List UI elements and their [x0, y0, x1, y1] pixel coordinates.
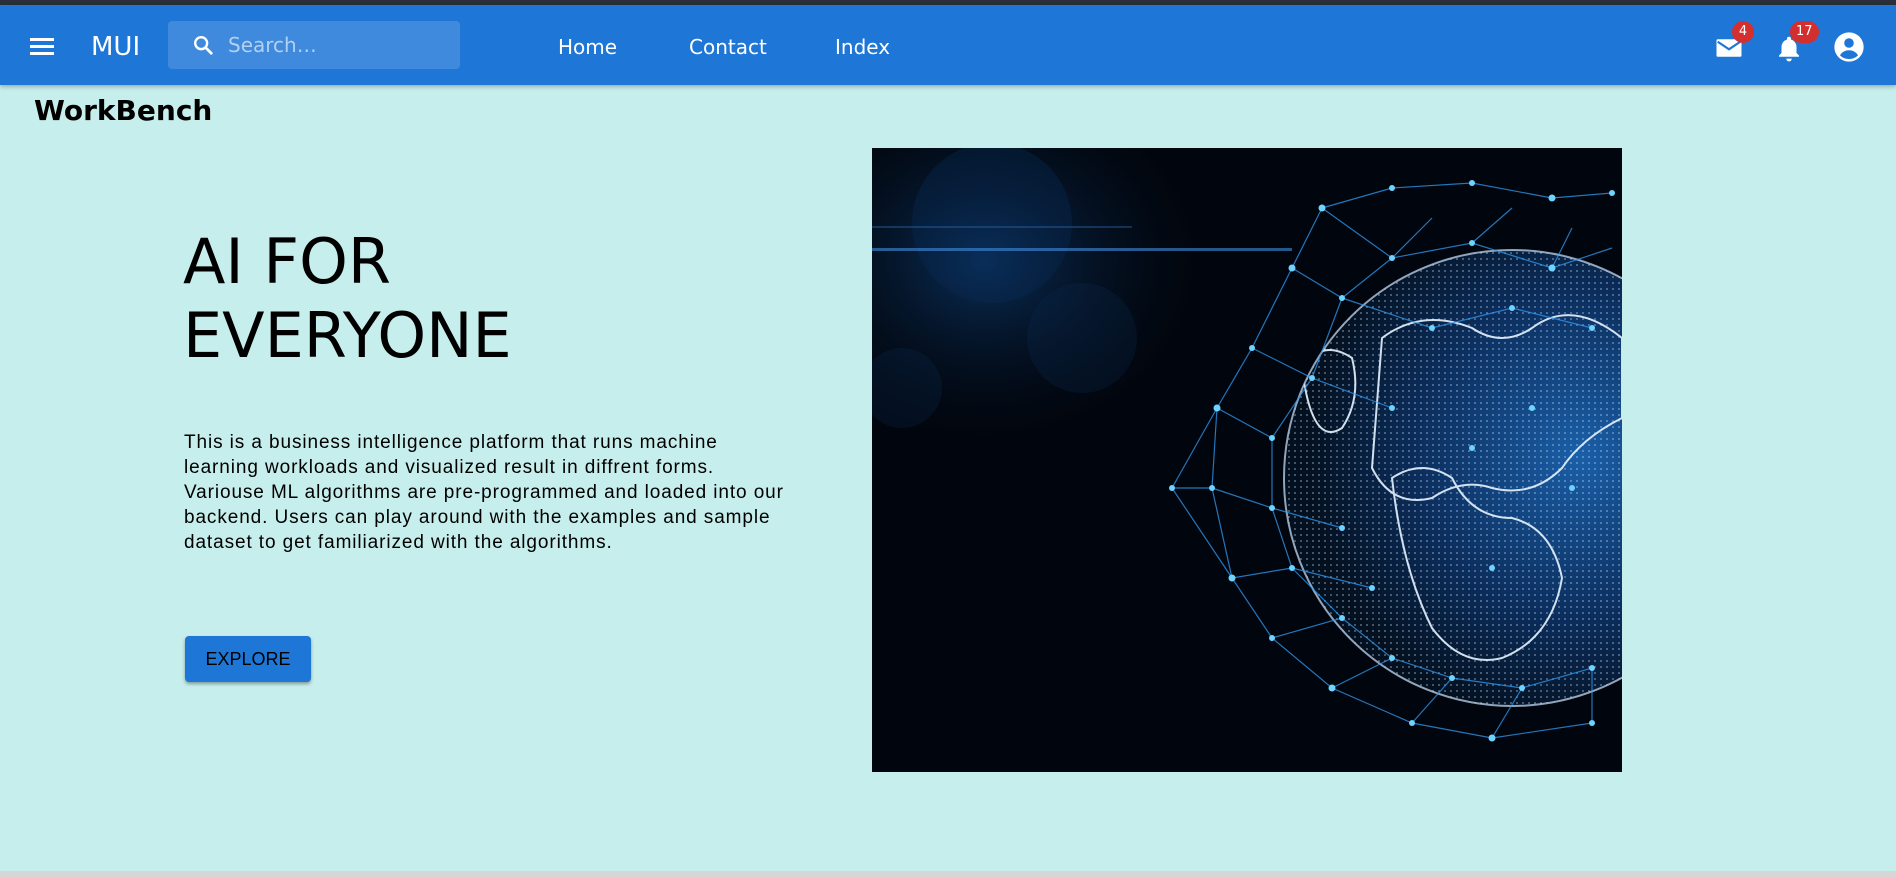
explore-button[interactable]: EXPLORE	[185, 636, 311, 682]
search-input[interactable]	[228, 29, 448, 61]
menu-icon	[30, 38, 54, 41]
hero-heading: AI FOR EVERYONE	[183, 225, 703, 373]
mail-button[interactable]: 4	[1714, 21, 1754, 65]
notification-count-badge: 17	[1790, 21, 1819, 43]
globe-network-image	[872, 148, 1622, 772]
nav-index[interactable]: Index	[835, 35, 890, 59]
account-circle-icon	[1834, 32, 1864, 62]
search-box[interactable]	[168, 21, 460, 69]
account-button[interactable]	[1833, 31, 1867, 65]
brand-name: MUI	[91, 32, 141, 62]
app-bar: MUI Home Contact Index 4 17	[0, 5, 1896, 85]
mail-count-badge: 4	[1732, 21, 1754, 43]
menu-button[interactable]	[24, 31, 60, 67]
notifications-button[interactable]: 17	[1774, 21, 1819, 65]
search-icon	[194, 36, 213, 55]
hero-heading-line-1: AI FOR	[183, 225, 391, 298]
hero-heading-line-2: EVERYONE	[183, 299, 512, 372]
hero-description: This is a business intelligence platform…	[184, 432, 784, 553]
page-title: WorkBench	[34, 94, 213, 127]
nav-contact[interactable]: Contact	[689, 35, 767, 59]
nav-home[interactable]: Home	[558, 35, 617, 59]
horizontal-scrollbar[interactable]	[0, 871, 1896, 877]
